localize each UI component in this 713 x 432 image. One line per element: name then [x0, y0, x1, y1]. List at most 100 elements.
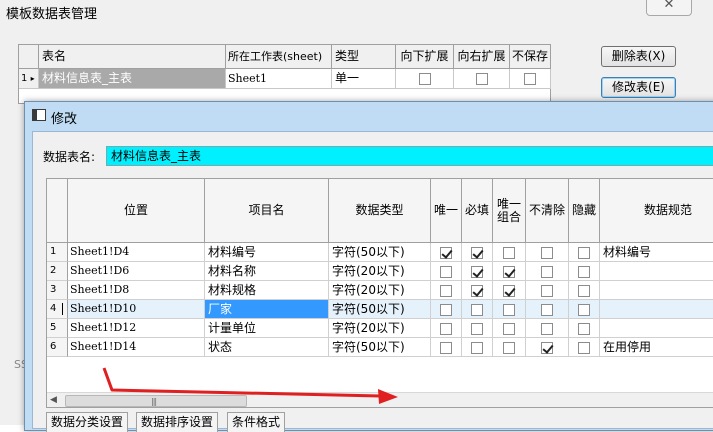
- cell-hidden[interactable]: [569, 243, 600, 262]
- header-expand-down[interactable]: 向下扩展: [396, 45, 454, 69]
- checkbox[interactable]: [541, 265, 553, 278]
- checkbox[interactable]: [503, 303, 515, 316]
- cell-position[interactable]: Sheet1!D10: [68, 300, 205, 319]
- cell-unique[interactable]: [431, 300, 462, 319]
- cell-unique-combo[interactable]: [493, 300, 526, 319]
- cell-item-name[interactable]: 材料编号: [205, 243, 329, 262]
- checkbox[interactable]: [471, 341, 483, 354]
- row-header[interactable]: 1: [47, 243, 68, 262]
- header-position[interactable]: 位置: [68, 179, 205, 243]
- tab-conditional-format[interactable]: 条件格式: [227, 412, 286, 432]
- cell-data-spec[interactable]: [600, 281, 713, 300]
- cell-item-name[interactable]: 状态: [205, 338, 329, 357]
- cell-hidden[interactable]: [569, 281, 600, 300]
- checkbox[interactable]: [578, 322, 590, 335]
- checkbox[interactable]: [578, 265, 590, 278]
- checkbox[interactable]: [471, 284, 483, 297]
- tab-category-settings[interactable]: 数据分类设置: [46, 412, 129, 432]
- table-row[interactable]: 6 Sheet1!D14 状态 字符(50以下) 在用停用: [47, 338, 713, 357]
- cell-no-clear[interactable]: [526, 300, 569, 319]
- cell-required[interactable]: [462, 338, 493, 357]
- checkbox[interactable]: [503, 246, 515, 259]
- tab-sort-settings[interactable]: 数据排序设置: [136, 412, 219, 432]
- checkbox[interactable]: [541, 246, 553, 259]
- checkbox[interactable]: [578, 341, 590, 354]
- cell-data-spec[interactable]: [600, 300, 713, 319]
- cell-unique[interactable]: [431, 338, 462, 357]
- cell-unique[interactable]: [431, 281, 462, 300]
- table-row[interactable]: 4 Sheet1!D10 厂家 字符(50以下): [47, 300, 713, 319]
- cell-data-spec[interactable]: [600, 262, 713, 281]
- row-header[interactable]: 3: [47, 281, 68, 300]
- checkbox[interactable]: [440, 265, 452, 278]
- cell-table-name[interactable]: 材料信息表_主表: [39, 69, 226, 89]
- cell-no-clear[interactable]: [526, 281, 569, 300]
- cell-hidden[interactable]: [569, 262, 600, 281]
- checkbox[interactable]: [541, 322, 553, 335]
- horizontal-scrollbar[interactable]: ◀ |||: [47, 392, 713, 407]
- table-row[interactable]: 2 Sheet1!D6 材料名称 字符(20以下): [47, 262, 713, 281]
- cell-type[interactable]: 单一: [332, 69, 396, 89]
- cell-position[interactable]: Sheet1!D6: [68, 262, 205, 281]
- checkbox[interactable]: [578, 284, 590, 297]
- header-unique[interactable]: 唯一: [431, 179, 462, 243]
- delete-table-button[interactable]: 删除表(X): [601, 46, 676, 67]
- close-button[interactable]: ✕: [646, 0, 692, 16]
- cell-data-type[interactable]: 字符(50以下): [329, 338, 431, 357]
- checkbox[interactable]: [471, 246, 483, 259]
- row-header[interactable]: 4: [47, 300, 68, 319]
- cell-data-spec[interactable]: 材料编号: [600, 243, 713, 262]
- checkbox[interactable]: [471, 322, 483, 335]
- cell-unique[interactable]: [431, 262, 462, 281]
- cell-no-clear[interactable]: [526, 262, 569, 281]
- checkbox[interactable]: [503, 284, 515, 297]
- checkbox[interactable]: [541, 341, 553, 354]
- cell-data-type[interactable]: 字符(20以下): [329, 262, 431, 281]
- checkbox[interactable]: [475, 72, 488, 85]
- cell-data-type[interactable]: 字符(50以下): [329, 243, 431, 262]
- cell-expand-right[interactable]: [454, 69, 510, 89]
- modify-table-button[interactable]: 修改表(E): [601, 77, 676, 98]
- row-header[interactable]: 5: [47, 319, 68, 338]
- cell-position[interactable]: Sheet1!D8: [68, 281, 205, 300]
- checkbox[interactable]: [418, 72, 431, 85]
- cell-unique[interactable]: [431, 243, 462, 262]
- cell-hidden[interactable]: [569, 319, 600, 338]
- row-header[interactable]: 1 ▸: [19, 69, 39, 89]
- header-required[interactable]: 必填: [462, 179, 493, 243]
- checkbox[interactable]: [471, 303, 483, 316]
- row-header[interactable]: 6: [47, 338, 68, 357]
- header-no-clear[interactable]: 不清除: [526, 179, 569, 243]
- cell-required[interactable]: [462, 300, 493, 319]
- checkbox[interactable]: [524, 72, 536, 85]
- cell-position[interactable]: Sheet1!D4: [68, 243, 205, 262]
- checkbox[interactable]: [440, 303, 452, 316]
- cell-unique[interactable]: [431, 319, 462, 338]
- header-unique-combo[interactable]: 唯一组合: [493, 179, 526, 243]
- header-no-save[interactable]: 不保存: [510, 45, 551, 69]
- checkbox[interactable]: [471, 265, 483, 278]
- cell-data-type[interactable]: 字符(50以下): [329, 300, 431, 319]
- cell-unique-combo[interactable]: [493, 281, 526, 300]
- table-row[interactable]: 1 Sheet1!D4 材料编号 字符(50以下) 材料编号: [47, 243, 713, 262]
- cell-position[interactable]: Sheet1!D14: [68, 338, 205, 357]
- cell-unique-combo[interactable]: [493, 319, 526, 338]
- cell-unique-combo[interactable]: [493, 243, 526, 262]
- checkbox[interactable]: [440, 284, 452, 297]
- table-row[interactable]: 5 Sheet1!D12 计量单位 字符(20以下): [47, 319, 713, 338]
- cell-position[interactable]: Sheet1!D12: [68, 319, 205, 338]
- cell-sheet[interactable]: Sheet1: [226, 69, 332, 89]
- header-expand-right[interactable]: 向右扩展: [454, 45, 510, 69]
- cell-no-clear[interactable]: [526, 338, 569, 357]
- cell-no-clear[interactable]: [526, 243, 569, 262]
- checkbox[interactable]: [503, 341, 515, 354]
- cell-data-type[interactable]: 字符(20以下): [329, 319, 431, 338]
- cell-no-save[interactable]: [510, 69, 551, 89]
- checkbox[interactable]: [541, 303, 553, 316]
- header-hidden[interactable]: 隐藏: [569, 179, 600, 243]
- checkbox[interactable]: [503, 322, 515, 335]
- cell-required[interactable]: [462, 262, 493, 281]
- cell-data-spec[interactable]: [600, 319, 713, 338]
- cell-item-name[interactable]: 计量单位: [205, 319, 329, 338]
- cell-required[interactable]: [462, 281, 493, 300]
